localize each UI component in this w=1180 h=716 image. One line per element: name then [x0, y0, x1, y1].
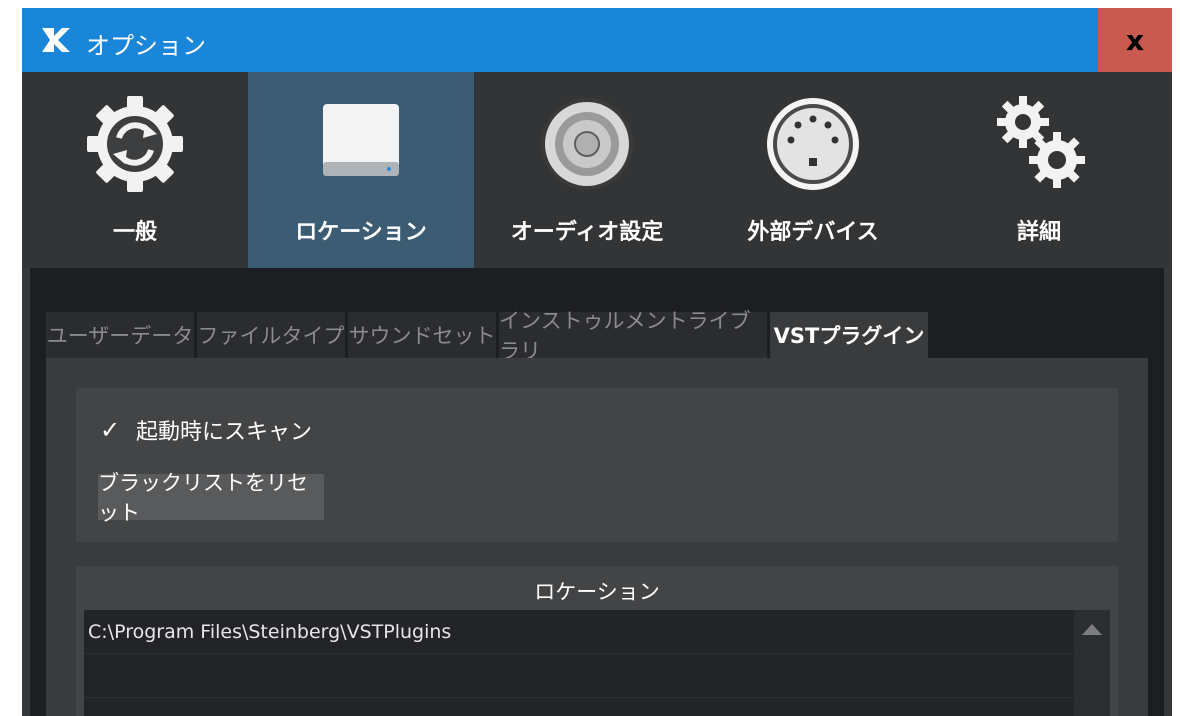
title-bar: オプション x [22, 8, 1172, 72]
vst-plugins-panel: ✓ 起動時にスキャン ブラックリストをリセット ロケーション C:\Progra… [46, 358, 1148, 716]
tab-vst-plugins[interactable]: VSTプラグイン [770, 312, 928, 358]
scan-on-startup-label: 起動時にスキャン [136, 420, 313, 445]
nav-item-audio-settings[interactable]: オーディオ設定 [474, 72, 700, 268]
list-item[interactable]: C:\Program Files\Steinberg\VSTPlugins [84, 610, 1074, 654]
locations-group: ロケーション C:\Program Files\Steinberg\VSTPlu… [76, 566, 1118, 716]
nav-label-audio-settings: オーディオ設定 [510, 220, 664, 245]
midi-port-icon [767, 98, 859, 190]
gears-icon [997, 96, 1085, 188]
app-logo-icon [42, 28, 70, 52]
left-border [22, 268, 30, 716]
nav-label-external-devices: 外部デバイス [747, 220, 879, 245]
list-scrollbar[interactable] [1074, 610, 1110, 716]
nav-item-general[interactable]: 一般 [22, 72, 248, 268]
nav-item-locations[interactable]: ロケーション [248, 72, 474, 268]
general-gear-icon [87, 96, 183, 192]
nav-label-general: 一般 [112, 220, 157, 245]
tab-sound-sets[interactable]: サウンドセット [348, 312, 496, 358]
close-button[interactable]: x [1098, 8, 1172, 72]
options-window: オプション x 一般 ロケーション オーディオ設定 外部デバイス 詳細 ユーザー… [22, 8, 1172, 716]
scroll-up-icon[interactable] [1082, 624, 1102, 635]
nav-item-external-devices[interactable]: 外部デバイス [700, 72, 926, 268]
tab-file-types[interactable]: ファイルタイプ [197, 312, 345, 358]
list-item[interactable] [84, 698, 1074, 716]
tab-user-data[interactable]: ユーザーデータ [46, 312, 194, 358]
speaker-icon [541, 98, 633, 190]
window-title: オプション [86, 32, 206, 60]
scan-on-startup-checkbox[interactable]: ✓ 起動時にスキャン [98, 414, 312, 446]
list-item[interactable] [84, 654, 1074, 698]
checkmark-icon: ✓ [99, 416, 121, 444]
options-nav: 一般 ロケーション オーディオ設定 外部デバイス 詳細 [22, 72, 1172, 268]
right-border [1164, 268, 1172, 716]
locations-header: ロケーション [534, 580, 660, 604]
locations-list: C:\Program Files\Steinberg\VSTPlugins [84, 610, 1110, 716]
scan-settings-group: ✓ 起動時にスキャン ブラックリストをリセット [76, 388, 1118, 542]
content-area: ユーザーデータ ファイルタイプ サウンドセット インストゥルメントライブラリ V… [30, 268, 1164, 716]
nav-item-advanced[interactable]: 詳細 [926, 72, 1152, 268]
nav-label-advanced: 詳細 [1016, 220, 1061, 245]
tab-instrument-library[interactable]: インストゥルメントライブラリ [499, 309, 767, 363]
reset-blacklist-button[interactable]: ブラックリストをリセット [98, 471, 324, 525]
drive-icon [323, 104, 399, 176]
nav-label-locations: ロケーション [295, 220, 427, 245]
